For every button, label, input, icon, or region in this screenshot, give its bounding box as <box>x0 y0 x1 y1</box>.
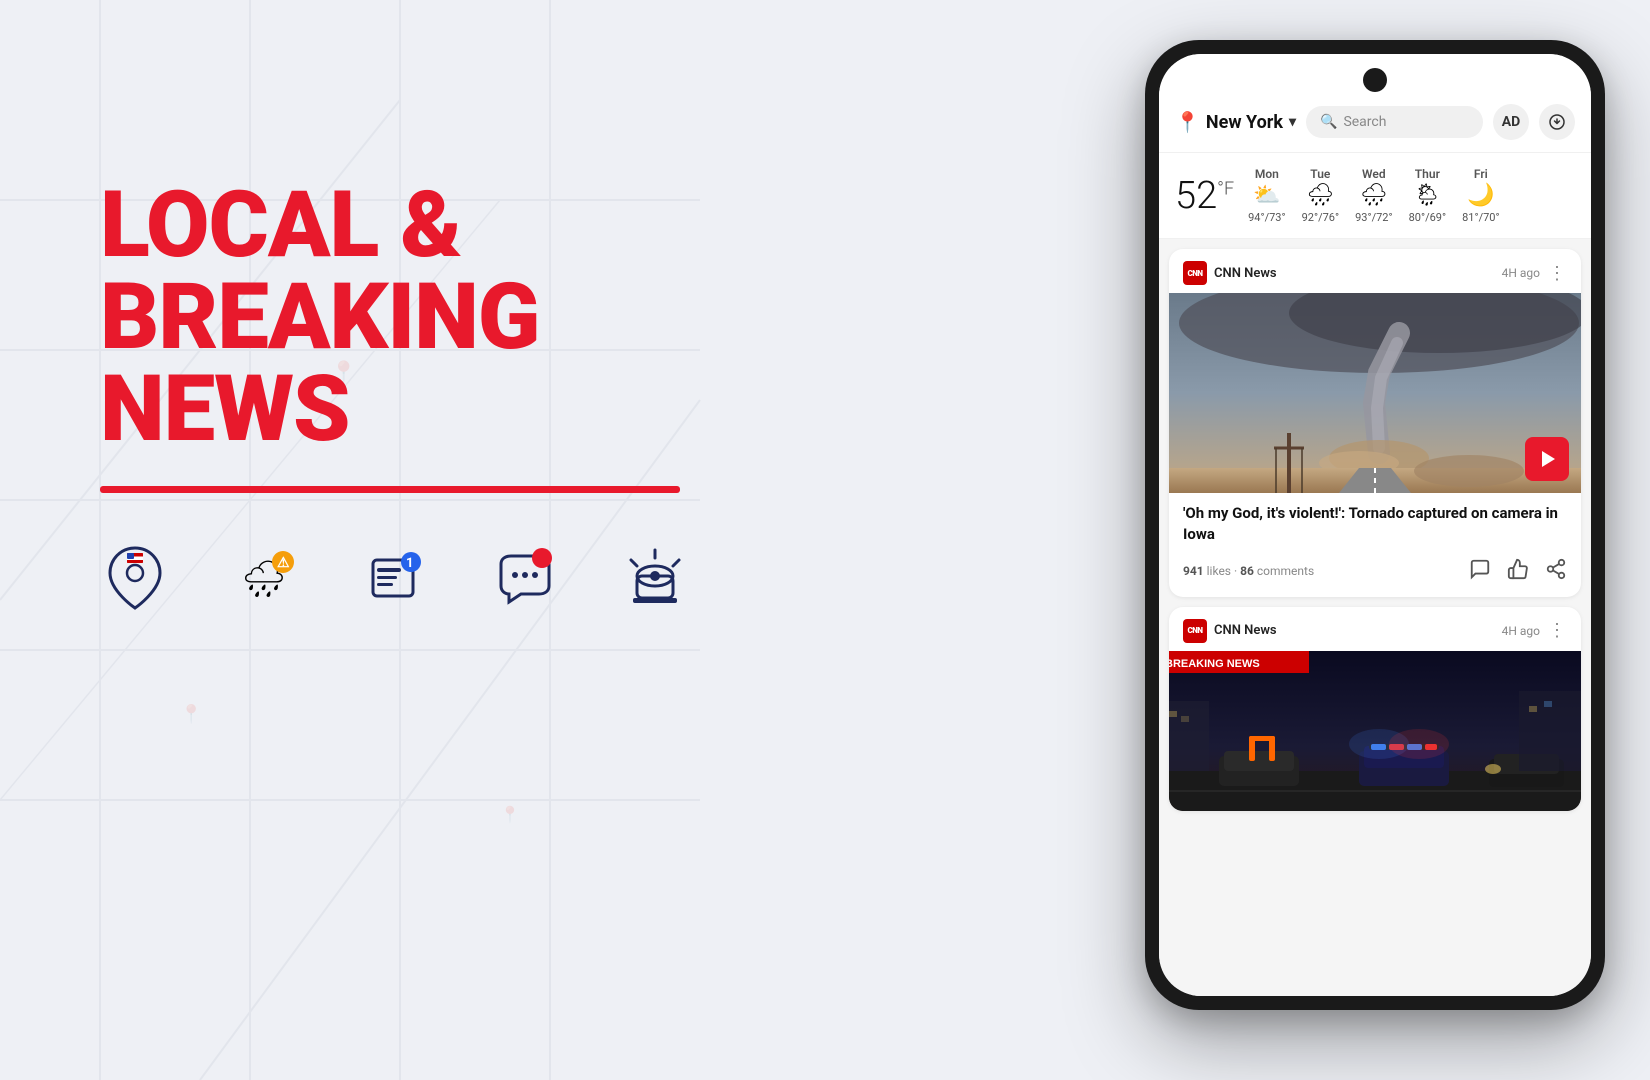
location-name: New York <box>1206 112 1283 133</box>
tornado-scene <box>1169 293 1581 493</box>
feature-icon-chat <box>490 543 560 613</box>
news-icon: 1 <box>360 543 430 613</box>
likes-label: likes · <box>1207 564 1240 578</box>
news-time-2: 4H ago <box>1502 624 1540 638</box>
day-name-thur: Thur <box>1415 167 1440 181</box>
current-temperature: 52°F <box>1175 177 1234 215</box>
news-title-1: 'Oh my God, it's violent!': Tornado capt… <box>1169 493 1581 550</box>
alert-siren-icon <box>620 543 690 613</box>
phone-camera <box>1363 68 1387 92</box>
news-card-header-2: CNN CNN News 4H ago ⋮ <box>1169 607 1581 651</box>
news-feed: CNN CNN News 4H ago ⋮ <box>1159 239 1591 996</box>
news-image-tornado <box>1169 293 1581 493</box>
red-divider <box>100 486 680 493</box>
search-icon: 🔍 <box>1320 114 1337 130</box>
likes-count: 941 <box>1183 564 1204 578</box>
location-pin-icon: 📍 <box>1175 110 1200 134</box>
headline: LOCAL & BREAKING NEWS <box>100 180 720 456</box>
news-card-tornado[interactable]: CNN CNN News 4H ago ⋮ <box>1169 249 1581 597</box>
cnn-logo-1: CNN <box>1183 261 1207 285</box>
day-name-fri: Fri <box>1474 167 1488 181</box>
source-name-1: CNN News <box>1214 266 1277 281</box>
phone-outer-shell: 📍 New York ▾ 🔍 Search AD <box>1145 40 1605 1010</box>
phone-screen: 📍 New York ▾ 🔍 Search AD <box>1159 54 1591 996</box>
day-icon-mon: ⛅ <box>1253 183 1280 209</box>
svg-text:📍: 📍 <box>180 703 202 725</box>
feature-icon-alert <box>620 543 690 613</box>
search-placeholder: Search <box>1343 114 1386 130</box>
phone-mockup: 📍 New York ▾ 🔍 Search AD <box>1130 40 1620 1040</box>
svg-text:⚠: ⚠ <box>277 555 290 571</box>
weather-day-tue: Tue 🌧 92°/76° <box>1302 167 1340 224</box>
weather-alert-icon: 🌧 ⚠ <box>230 543 300 613</box>
day-temp-mon: 94°/73° <box>1248 211 1286 224</box>
source-name-2: CNN News <box>1214 623 1277 638</box>
weather-day-wed: Wed 🌧 93°/72° <box>1355 167 1393 224</box>
weather-day-thur: Thur 🌦 80°/69° <box>1409 167 1447 224</box>
chat-icon <box>490 543 560 613</box>
comments-label: comments <box>1257 564 1314 578</box>
day-name-wed: Wed <box>1362 167 1386 181</box>
news-menu-1[interactable]: ⋮ <box>1548 263 1567 284</box>
day-icon-tue: 🌧 <box>1306 183 1334 209</box>
day-icon-thur: 🌦 <box>1413 183 1441 209</box>
svg-text:1: 1 <box>406 556 413 571</box>
chevron-down-icon: ▾ <box>1289 114 1296 130</box>
action-icons-1 <box>1469 558 1567 585</box>
like-icon[interactable] <box>1507 558 1529 585</box>
temp-value: 52 <box>1175 174 1217 218</box>
headline-line2: BREAKING <box>100 272 720 364</box>
engagement-text-1: 941 likes · 86 comments <box>1183 564 1463 578</box>
day-temp-fri: 81°/70° <box>1462 211 1500 224</box>
source-info-1: CNN CNN News <box>1183 261 1277 285</box>
day-name-mon: Mon <box>1255 167 1279 181</box>
news-meta-1: 4H ago ⋮ <box>1502 263 1567 284</box>
day-temp-thur: 80°/69° <box>1409 211 1447 224</box>
feature-icon-location <box>100 543 170 613</box>
news-card-header-1: CNN CNN News 4H ago ⋮ <box>1169 249 1581 293</box>
cnn-logo-2: CNN <box>1183 619 1207 643</box>
headline-line3: NEWS <box>100 364 720 456</box>
comments-count: 86 <box>1240 564 1254 578</box>
weather-forecast: Mon ⛅ 94°/73° Tue 🌧 92°/76° Wed 🌧 93 <box>1248 167 1575 224</box>
news-footer-1: 941 likes · 86 comments <box>1169 550 1581 597</box>
feature-icon-weather-alert: 🌧 ⚠ <box>230 543 300 613</box>
weather-day-mon: Mon ⛅ 94°/73° <box>1248 167 1286 224</box>
comment-icon[interactable] <box>1469 558 1491 585</box>
news-menu-2[interactable]: ⋮ <box>1548 620 1567 641</box>
day-name-tue: Tue <box>1310 167 1330 181</box>
location-icon <box>100 543 170 613</box>
day-icon-wed: 🌧 <box>1360 183 1388 209</box>
weather-strip: 52°F Mon ⛅ 94°/73° Tue 🌧 92°/76° <box>1159 153 1591 239</box>
news-image-night: BREAKING NEWS <box>1169 651 1581 811</box>
left-content: LOCAL & BREAKING NEWS <box>100 180 720 613</box>
download-button[interactable] <box>1539 104 1575 140</box>
weather-day-fri: Fri 🌙 81°/70° <box>1462 167 1500 224</box>
day-temp-wed: 93°/72° <box>1355 211 1393 224</box>
ad-free-button[interactable]: AD <box>1493 104 1529 140</box>
news-card-night[interactable]: CNN CNN News 4H ago ⋮ <box>1169 607 1581 811</box>
location-selector[interactable]: 📍 New York ▾ <box>1175 110 1296 134</box>
source-info-2: CNN CNN News <box>1183 619 1277 643</box>
play-button-1[interactable] <box>1525 437 1569 481</box>
share-icon[interactable] <box>1545 558 1567 585</box>
feature-icon-news: 1 <box>360 543 430 613</box>
news-meta-2: 4H ago ⋮ <box>1502 620 1567 641</box>
headline-line1: LOCAL & <box>100 180 720 272</box>
svg-text:📍: 📍 <box>500 805 520 824</box>
day-icon-fri: 🌙 <box>1467 183 1494 209</box>
news-time-1: 4H ago <box>1502 266 1540 280</box>
svg-text:BREAKING NEWS: BREAKING NEWS <box>1169 658 1260 670</box>
feature-icons: 🌧 ⚠ 1 <box>100 543 720 613</box>
search-bar[interactable]: 🔍 Search <box>1306 106 1483 138</box>
day-temp-tue: 92°/76° <box>1302 211 1340 224</box>
